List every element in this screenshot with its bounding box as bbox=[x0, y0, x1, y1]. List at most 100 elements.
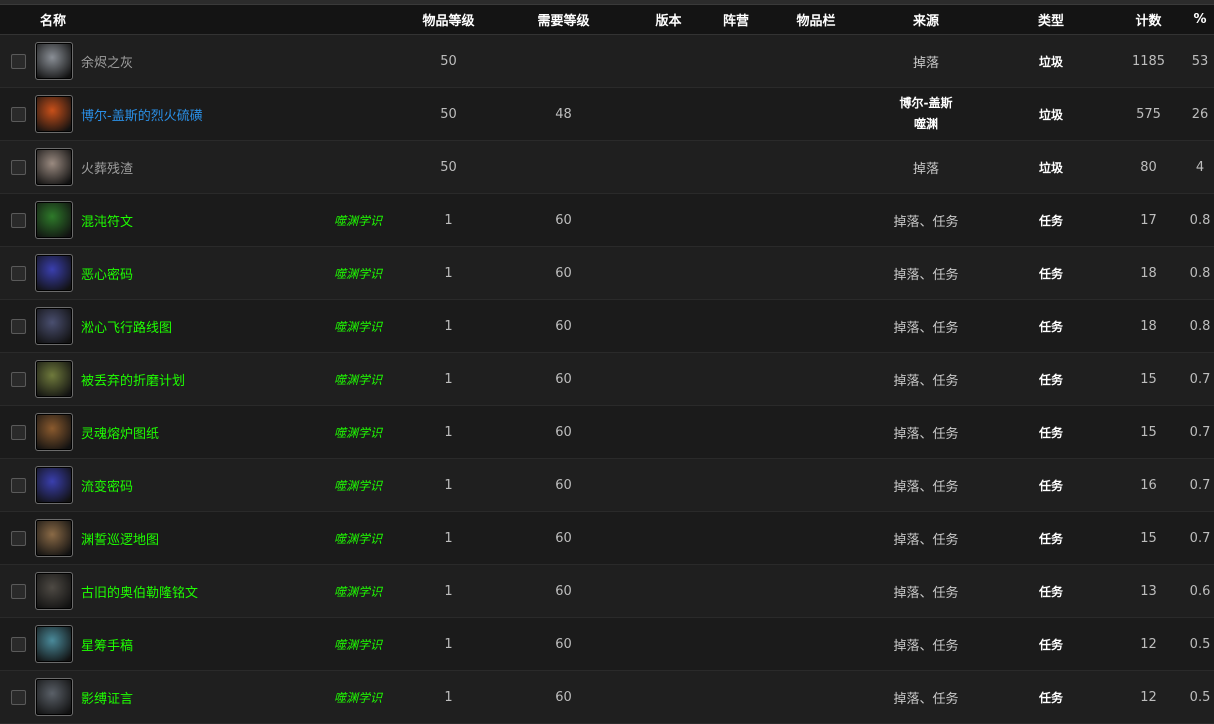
testimony-orb-icon[interactable] bbox=[35, 678, 73, 716]
item-name-link[interactable]: 余烬之灰 bbox=[81, 52, 133, 71]
required-level: 60 bbox=[491, 670, 637, 724]
item-tag bbox=[326, 34, 407, 88]
row-checkbox[interactable] bbox=[10, 265, 26, 281]
fire-sulfur-icon[interactable] bbox=[35, 95, 73, 133]
source-cell: 掉落、任务 bbox=[861, 511, 992, 565]
item-name-link[interactable]: 淞心飞行路线图 bbox=[81, 317, 172, 336]
row-select bbox=[0, 670, 36, 724]
col-faction[interactable]: 阵营 bbox=[701, 5, 772, 35]
item-name-cell: 恶心密码 bbox=[35, 246, 326, 300]
item-name-link[interactable]: 渊誓巡逻地图 bbox=[81, 529, 159, 548]
row-checkbox[interactable] bbox=[10, 689, 26, 705]
col-slot[interactable]: 物品栏 bbox=[771, 5, 862, 35]
inscription-tablet-icon[interactable] bbox=[35, 572, 73, 610]
row-checkbox[interactable] bbox=[10, 530, 26, 546]
faction-cell bbox=[701, 617, 772, 671]
col-count[interactable]: 计数 bbox=[1111, 5, 1187, 35]
row-checkbox[interactable] bbox=[10, 318, 26, 334]
item-type: 垃圾 bbox=[991, 34, 1112, 88]
table-row[interactable]: 流变密码 噬渊学识 1 60 掉落、任务 任务 16 0.7 bbox=[0, 458, 1214, 512]
item-name-link[interactable]: 星筹手稿 bbox=[81, 635, 133, 654]
required-level: 60 bbox=[491, 564, 637, 618]
item-type: 任务 bbox=[991, 511, 1112, 565]
table-row[interactable]: 火葬残渣 50 掉落 垃圾 80 4 bbox=[0, 140, 1214, 194]
table-row[interactable]: 恶心密码 噬渊学识 1 60 掉落、任务 任务 18 0.8 bbox=[0, 246, 1214, 300]
item-level: 1 bbox=[406, 458, 492, 512]
row-checkbox[interactable] bbox=[10, 106, 26, 122]
version-cell bbox=[636, 299, 702, 353]
item-name-link[interactable]: 混沌符文 bbox=[81, 211, 133, 230]
row-select bbox=[0, 87, 36, 141]
table-row[interactable]: 渊誓巡逻地图 噬渊学识 1 60 掉落、任务 任务 15 0.7 bbox=[0, 511, 1214, 565]
required-level bbox=[491, 140, 637, 194]
item-name-link[interactable]: 恶心密码 bbox=[81, 264, 133, 283]
chaos-rune-icon[interactable] bbox=[35, 201, 73, 239]
row-checkbox[interactable] bbox=[10, 424, 26, 440]
table-row[interactable]: 混沌符文 噬渊学识 1 60 掉落、任务 任务 17 0.8 bbox=[0, 193, 1214, 247]
drop-percent: 0.7 bbox=[1186, 405, 1214, 459]
torment-plan-icon[interactable] bbox=[35, 360, 73, 398]
source-zone-link[interactable]: 噬渊 bbox=[861, 114, 991, 135]
drop-percent: 0.5 bbox=[1186, 617, 1214, 671]
version-cell bbox=[636, 511, 702, 565]
table-row[interactable]: 星筹手稿 噬渊学识 1 60 掉落、任务 任务 12 0.5 bbox=[0, 617, 1214, 671]
flight-map-icon[interactable] bbox=[35, 307, 73, 345]
faction-cell bbox=[701, 193, 772, 247]
source-npc-link[interactable]: 博尔-盖斯 bbox=[861, 93, 991, 114]
col-source[interactable]: 来源 bbox=[861, 5, 992, 35]
item-name-link[interactable]: 博尔-盖斯的烈火硫磺 bbox=[81, 105, 203, 124]
cipher-cube-icon[interactable] bbox=[35, 466, 73, 504]
row-checkbox[interactable] bbox=[10, 212, 26, 228]
table-row[interactable]: 古旧的奥伯勒隆铭文 噬渊学识 1 60 掉落、任务 任务 13 0.6 bbox=[0, 564, 1214, 618]
cremation-remains-icon[interactable] bbox=[35, 148, 73, 186]
row-checkbox[interactable] bbox=[10, 371, 26, 387]
ash-icon[interactable] bbox=[35, 42, 73, 80]
row-select bbox=[0, 299, 36, 353]
table-row[interactable]: 博尔-盖斯的烈火硫磺 50 48 博尔-盖斯 噬渊 垃圾 575 26 bbox=[0, 87, 1214, 141]
table-row[interactable]: 灵魂熔炉图纸 噬渊学识 1 60 掉落、任务 任务 15 0.7 bbox=[0, 405, 1214, 459]
cipher-cube-icon[interactable] bbox=[35, 254, 73, 292]
row-checkbox[interactable] bbox=[10, 636, 26, 652]
source-cell: 掉落、任务 bbox=[861, 405, 992, 459]
item-name-link[interactable]: 火葬残渣 bbox=[81, 158, 133, 177]
item-name-link[interactable]: 被丢弃的折磨计划 bbox=[81, 370, 185, 389]
drop-count: 16 bbox=[1111, 458, 1187, 512]
row-checkbox[interactable] bbox=[10, 477, 26, 493]
table-row[interactable]: 影缚证言 噬渊学识 1 60 掉落、任务 任务 12 0.5 bbox=[0, 670, 1214, 724]
drop-percent: 0.8 bbox=[1186, 193, 1214, 247]
item-level: 1 bbox=[406, 193, 492, 247]
item-name-link[interactable]: 流变密码 bbox=[81, 476, 133, 495]
item-name-cell: 博尔-盖斯的烈火硫磺 bbox=[35, 87, 326, 141]
item-name-link[interactable]: 灵魂熔炉图纸 bbox=[81, 423, 159, 442]
col-item-level[interactable]: 物品等级 bbox=[406, 5, 492, 35]
drop-count: 12 bbox=[1111, 670, 1187, 724]
source-cell: 掉落、任务 bbox=[861, 246, 992, 300]
col-name[interactable]: 名称 bbox=[0, 5, 407, 35]
item-tag bbox=[326, 140, 407, 194]
row-checkbox[interactable] bbox=[10, 53, 26, 69]
col-version[interactable]: 版本 bbox=[636, 5, 702, 35]
drop-percent: 0.7 bbox=[1186, 511, 1214, 565]
item-name-link[interactable]: 影缚证言 bbox=[81, 688, 133, 707]
manuscript-icon[interactable] bbox=[35, 625, 73, 663]
table-row[interactable]: 被丢弃的折磨计划 噬渊学识 1 60 掉落、任务 任务 15 0.7 bbox=[0, 352, 1214, 406]
patrol-map-icon[interactable] bbox=[35, 519, 73, 557]
faction-cell bbox=[701, 246, 772, 300]
slot-cell bbox=[771, 458, 862, 512]
version-cell bbox=[636, 34, 702, 88]
row-checkbox[interactable] bbox=[10, 583, 26, 599]
table-header: 名称 物品等级 需要等级 版本 阵营 物品栏 来源 类型 计数 % bbox=[0, 5, 1214, 35]
item-name-link[interactable]: 古旧的奥伯勒隆铭文 bbox=[81, 582, 198, 601]
table-row[interactable]: 余烬之灰 50 掉落 垃圾 1185 53 bbox=[0, 34, 1214, 88]
row-checkbox[interactable] bbox=[10, 159, 26, 175]
row-select bbox=[0, 617, 36, 671]
item-level: 1 bbox=[406, 246, 492, 300]
col-percent[interactable]: % bbox=[1186, 5, 1214, 35]
col-req-level[interactable]: 需要等级 bbox=[491, 5, 637, 35]
table-row[interactable]: 淞心飞行路线图 噬渊学识 1 60 掉落、任务 任务 18 0.8 bbox=[0, 299, 1214, 353]
scroll-icon[interactable] bbox=[35, 413, 73, 451]
required-level: 60 bbox=[491, 458, 637, 512]
drop-percent: 0.6 bbox=[1186, 564, 1214, 618]
col-type[interactable]: 类型 bbox=[991, 5, 1112, 35]
drop-count: 18 bbox=[1111, 246, 1187, 300]
